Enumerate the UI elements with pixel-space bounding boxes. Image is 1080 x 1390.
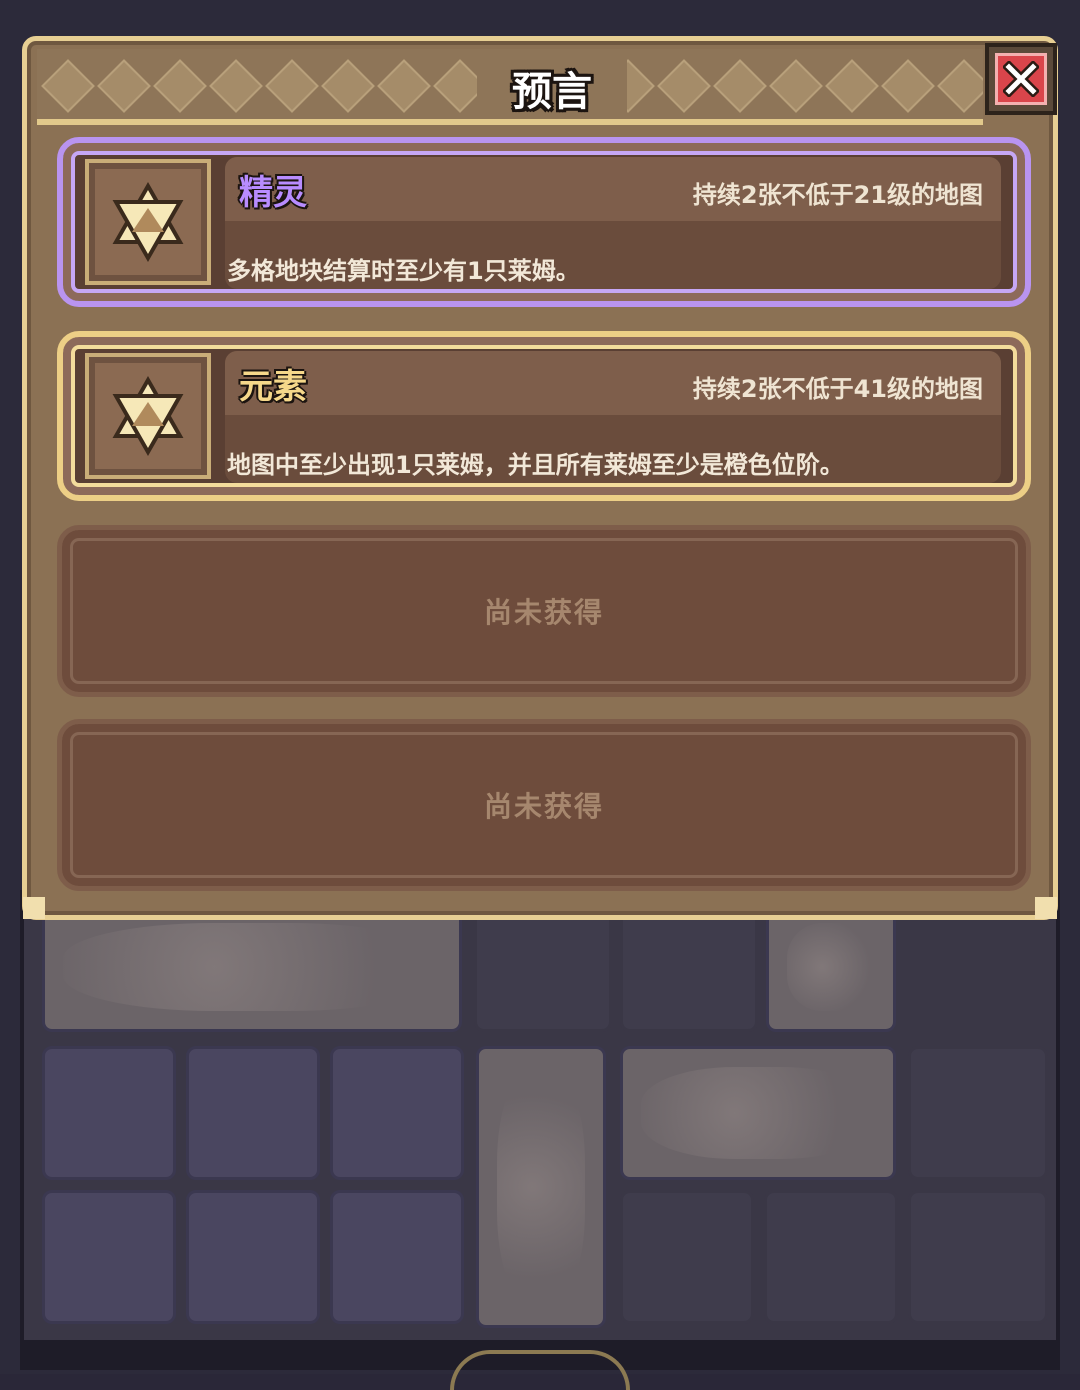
board-tile <box>766 902 896 1032</box>
board-tile <box>186 1190 320 1324</box>
locked-prophecy-slot: 尚未获得 <box>57 719 1031 891</box>
board-tile <box>42 1190 176 1324</box>
prophecy-body: 元素 持续2张不低于41级的地图 地图中至少出现1只莱姆，并且所有莱姆至少是橙色… <box>225 351 1001 483</box>
close-x-icon <box>1003 61 1039 97</box>
board-tile <box>330 1046 464 1180</box>
hexagram-star-icon <box>112 375 184 457</box>
board-tile <box>620 1046 896 1180</box>
board-tile <box>908 1190 1048 1324</box>
board-tile <box>620 1190 754 1324</box>
board-tile <box>474 902 612 1032</box>
prophecy-namebar: 精灵 持续2张不低于21级的地图 <box>225 157 1001 221</box>
board-tile <box>330 1190 464 1324</box>
dialog-title: 预言 <box>512 69 592 115</box>
prophecy-card-element[interactable]: 元素 持续2张不低于41级的地图 地图中至少出现1只莱姆，并且所有莱姆至少是橙色… <box>57 331 1031 501</box>
board-bottom-knob <box>450 1350 630 1390</box>
prophecy-duration: 持续2张不低于21级的地图 <box>692 181 983 209</box>
prophecy-card-spirit[interactable]: 精灵 持续2张不低于21级的地图 多格地块结算时至少有1只莱姆。 <box>57 137 1031 307</box>
prophecy-dialog: 预言 精灵 持续2张不低于21级的地图 多格地块结算时至少有1只莱姆。 元素 持… <box>22 36 1058 920</box>
dialog-header: 预言 <box>37 49 983 125</box>
close-button[interactable] <box>985 43 1057 115</box>
hexagram-star-icon <box>112 181 184 263</box>
locked-prophecy-slot: 尚未获得 <box>57 525 1031 697</box>
locked-slot-label: 尚未获得 <box>483 790 604 823</box>
prophecy-icon-frame <box>85 159 211 285</box>
frame-corner <box>23 897 45 919</box>
board-tile <box>908 1046 1048 1180</box>
frame-corner <box>1035 897 1057 919</box>
prophecy-body: 精灵 持续2张不低于21级的地图 多格地块结算时至少有1只莱姆。 <box>225 157 1001 289</box>
board-tile <box>186 1046 320 1180</box>
board-tile <box>620 902 758 1032</box>
board-tile <box>42 1046 176 1180</box>
game-board <box>20 890 1060 1350</box>
prophecy-duration: 持续2张不低于41级的地图 <box>692 375 983 403</box>
prophecy-description: 地图中至少出现1只莱姆，并且所有莱姆至少是橙色位阶。 <box>227 451 844 479</box>
board-tile <box>42 902 462 1032</box>
prophecy-description: 多格地块结算时至少有1只莱姆。 <box>227 257 580 285</box>
board-tile <box>476 1046 606 1328</box>
locked-slot-label: 尚未获得 <box>483 596 604 629</box>
board-tile <box>764 1190 898 1324</box>
prophecy-namebar: 元素 持续2张不低于41级的地图 <box>225 351 1001 415</box>
prophecy-name: 精灵 <box>239 173 307 213</box>
prophecy-name: 元素 <box>239 367 307 407</box>
prophecy-icon-frame <box>85 353 211 479</box>
